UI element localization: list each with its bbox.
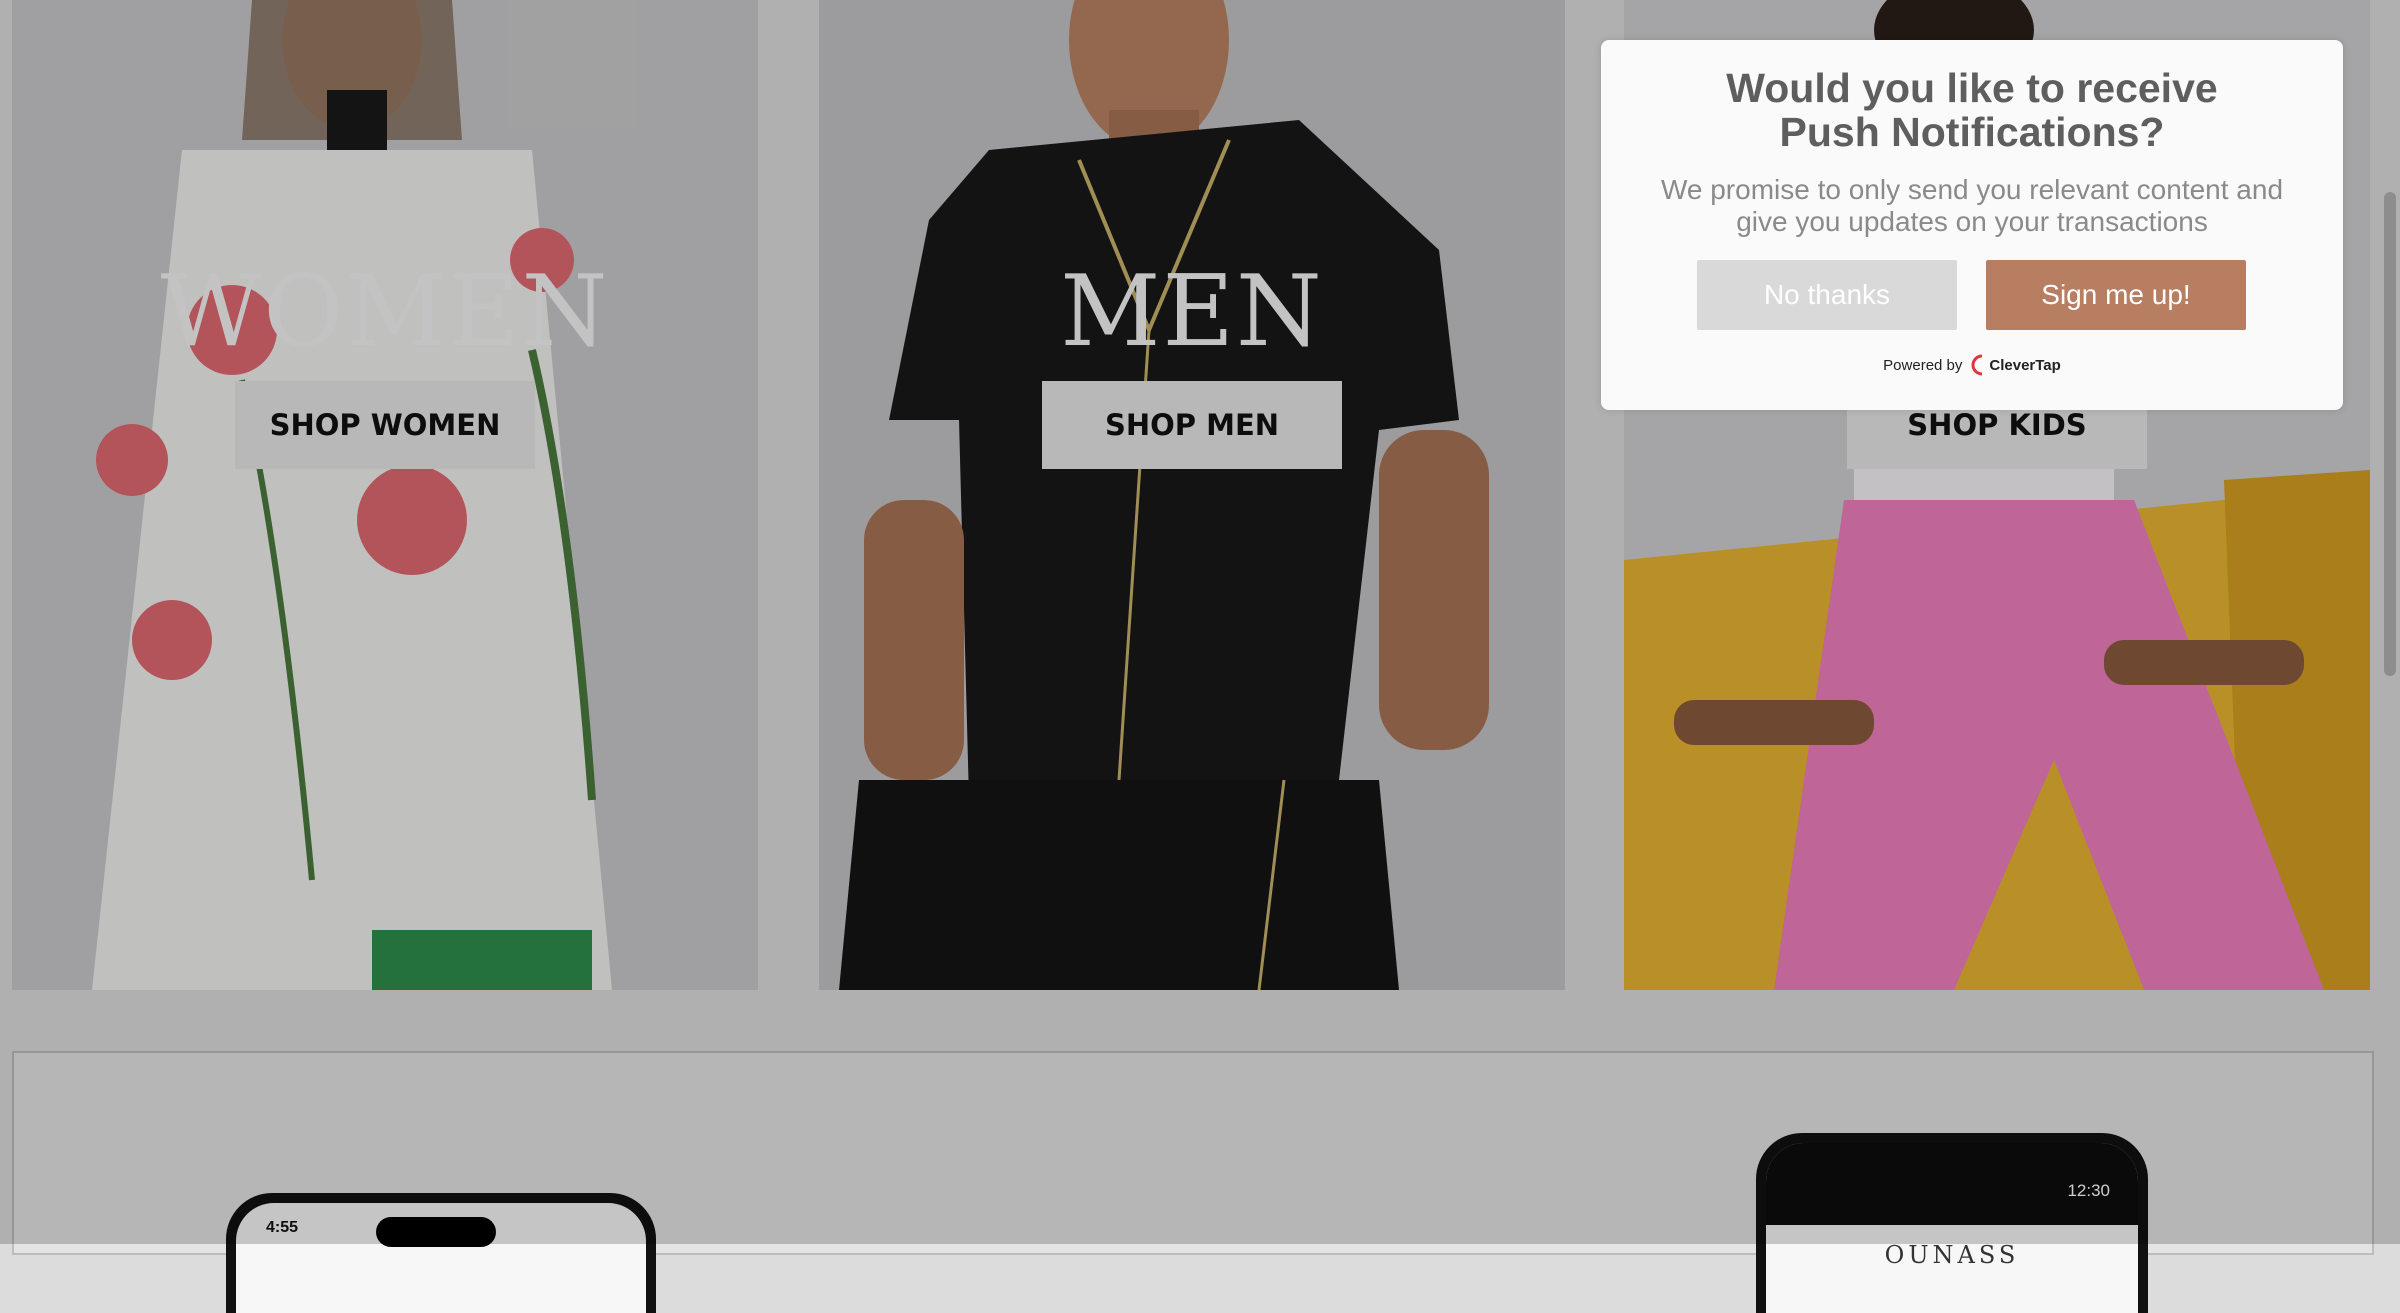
clevertap-logo[interactable]: CleverTap xyxy=(1968,354,2061,376)
sign-me-up-button[interactable]: Sign me up! xyxy=(1986,260,2246,330)
dialog-title-line1: Would you like to receive xyxy=(1726,65,2218,111)
shop-women-button[interactable]: SHOP WOMEN xyxy=(235,381,535,469)
category-tile-men[interactable]: MEN SHOP MEN xyxy=(819,0,1565,990)
category-tile-women[interactable]: WOMEN SHOP WOMEN xyxy=(12,0,758,990)
men-heading: MEN xyxy=(1060,255,1324,369)
powered-by-label: Powered by xyxy=(1883,356,1963,374)
phone-screen-right: 12:30 OUNASS xyxy=(1766,1143,2138,1313)
men-model-image xyxy=(839,0,1489,990)
dynamic-island xyxy=(376,1217,496,1247)
push-notification-dialog: Would you like to receive Push Notificat… xyxy=(1601,40,2343,410)
powered-by: Powered by CleverTap xyxy=(1601,354,2343,376)
women-model-image xyxy=(92,0,612,990)
clevertap-icon xyxy=(1971,354,1983,376)
phone-time-left: 4:55 xyxy=(266,1219,299,1236)
dialog-message: We promise to only send you relevant con… xyxy=(1660,174,2284,237)
phone-status-bar-right: 12:30 xyxy=(1766,1143,2138,1225)
dialog-title: Would you like to receive Push Notificat… xyxy=(1641,66,2303,154)
shop-men-button[interactable]: SHOP MEN xyxy=(1042,381,1342,469)
clevertap-brand-name: CleverTap xyxy=(1989,356,2061,374)
phone-time-right: 12:30 xyxy=(2067,1181,2110,1200)
no-thanks-button[interactable]: No thanks xyxy=(1697,260,1957,330)
dialog-title-line2: Push Notifications? xyxy=(1779,109,2165,155)
phone-screen-left: 4:55 xyxy=(236,1203,646,1313)
women-heading: WOMEN xyxy=(160,255,610,369)
app-promo-section: 4:55 12:30 OUNASS xyxy=(12,1051,2374,1313)
phone-app-logo: OUNASS xyxy=(1884,1241,2020,1269)
phone-mockup-right: 12:30 OUNASS xyxy=(1756,1133,2148,1313)
dialog-buttons: No thanks Sign me up! xyxy=(1601,260,2343,330)
phone-mockup-left: 4:55 xyxy=(226,1193,656,1313)
scrollbar-thumb[interactable] xyxy=(2384,192,2396,676)
